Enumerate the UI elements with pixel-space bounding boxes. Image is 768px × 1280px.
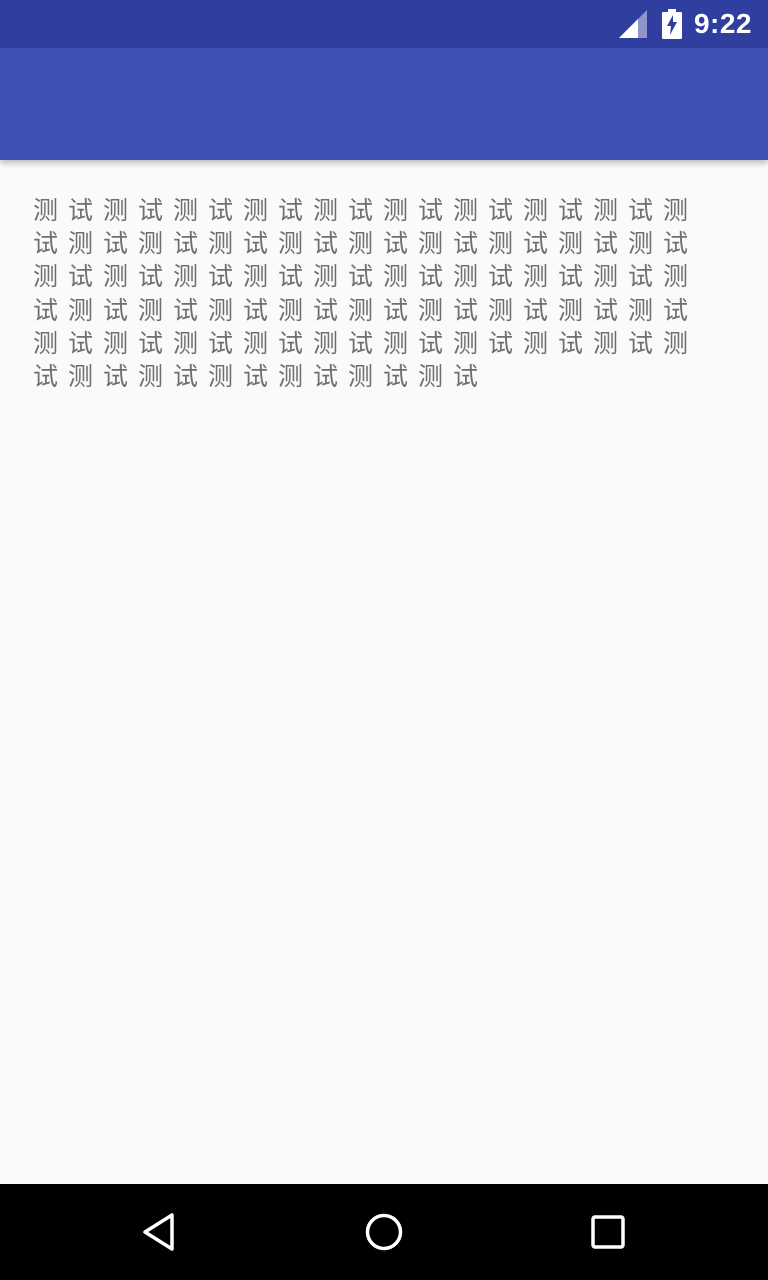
status-time: 9:22 [693, 8, 752, 39]
battery-charging-icon [661, 9, 682, 39]
status-bar: 9:22 [0, 0, 768, 48]
signal-icon [618, 10, 647, 38]
navigation-bar [0, 1184, 768, 1280]
back-icon [143, 1213, 174, 1251]
app-toolbar [0, 48, 768, 160]
back-button[interactable] [112, 1184, 208, 1280]
home-icon [365, 1213, 403, 1251]
recents-icon [591, 1215, 625, 1249]
test-text-view: 测试测试测试测试测试测试测试测试测试测试测试测试测试测试测试测试测试测试测试测试… [33, 196, 699, 392]
main-content: 测试测试测试测试测试测试测试测试测试测试测试测试测试测试测试测试测试测试测试测试… [0, 160, 768, 1184]
home-button[interactable] [336, 1184, 432, 1280]
status-icons: 9:22 [618, 0, 752, 48]
recents-button[interactable] [560, 1184, 656, 1280]
